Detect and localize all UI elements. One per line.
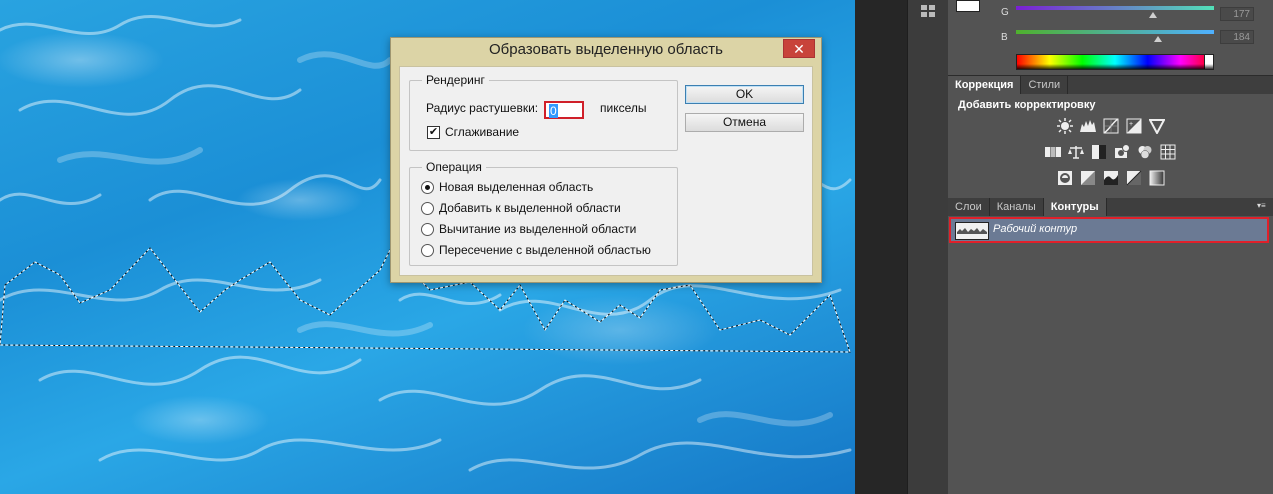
radio-intersect-selection[interactable] bbox=[421, 244, 434, 257]
exposure-icon[interactable]: + bbox=[1126, 118, 1142, 134]
close-button[interactable]: ✕ bbox=[783, 39, 815, 58]
workspace-gutter bbox=[855, 0, 907, 494]
right-panels: G 177 B 184 Коррекция Стили Добавить кор… bbox=[948, 0, 1273, 494]
option-add-selection-label[interactable]: Добавить к выделенной области bbox=[439, 201, 621, 215]
ok-button[interactable]: OK bbox=[685, 85, 804, 104]
tab-paths[interactable]: Контуры bbox=[1043, 198, 1107, 216]
color-panel: G 177 B 184 bbox=[948, 0, 1273, 77]
path-thumbnail bbox=[955, 222, 989, 240]
dialog-body: Рендеринг Радиус растушевки: пикселы ✔ С… bbox=[399, 66, 813, 276]
path-name: Рабочий контур bbox=[993, 223, 1078, 235]
dialog-title: Образовать выделенную область bbox=[489, 41, 723, 58]
selective-color-icon[interactable] bbox=[1126, 170, 1142, 186]
svg-text:+: + bbox=[1129, 121, 1133, 128]
posterize-icon[interactable] bbox=[1080, 170, 1096, 186]
operation-legend: Операция bbox=[422, 160, 486, 174]
work-path-row[interactable]: Рабочий контур bbox=[949, 217, 1269, 243]
b-channel-slider[interactable] bbox=[1016, 30, 1214, 34]
feather-radius-label: Радиус растушевки: bbox=[426, 101, 539, 115]
color-spectrum-bar[interactable] bbox=[1016, 54, 1214, 70]
b-channel-value[interactable]: 184 bbox=[1220, 30, 1254, 44]
make-selection-dialog: Образовать выделенную область ✕ Рендерин… bbox=[390, 37, 822, 283]
adjustments-row-2 bbox=[948, 144, 1273, 162]
option-new-selection-label[interactable]: Новая выделенная область bbox=[439, 180, 593, 194]
curves-icon[interactable] bbox=[1103, 118, 1119, 134]
paths-panel: Рабочий контур bbox=[948, 216, 1273, 494]
panel-dock-strip bbox=[907, 0, 949, 494]
b-channel-label: B bbox=[1001, 32, 1008, 43]
tab-adjustments[interactable]: Коррекция bbox=[948, 76, 1022, 94]
panel-options-icon[interactable] bbox=[920, 4, 936, 18]
g-slider-thumb[interactable] bbox=[1149, 12, 1157, 18]
black-white-icon[interactable] bbox=[1091, 144, 1107, 160]
adjustments-title: Добавить корректировку bbox=[958, 99, 1096, 111]
white-swatch[interactable] bbox=[1204, 54, 1214, 70]
tab-layers[interactable]: Слои bbox=[948, 198, 990, 216]
operation-group: Операция Новая выделенная область Добави… bbox=[409, 160, 678, 266]
photo-filter-icon[interactable] bbox=[1114, 144, 1130, 160]
adjustments-row-3 bbox=[948, 170, 1273, 188]
adjustments-tabbar: Коррекция Стили bbox=[948, 76, 1273, 95]
color-lookup-icon[interactable] bbox=[1160, 144, 1176, 160]
hue-saturation-icon[interactable] bbox=[1045, 144, 1061, 160]
g-channel-value[interactable]: 177 bbox=[1220, 7, 1254, 21]
brightness-icon[interactable] bbox=[1056, 118, 1073, 134]
tab-channels[interactable]: Каналы bbox=[990, 198, 1044, 216]
antialias-label[interactable]: Сглаживание bbox=[445, 125, 519, 139]
panel-menu-icon[interactable]: ▾≡ bbox=[1257, 202, 1267, 210]
g-channel-slider[interactable] bbox=[1016, 6, 1214, 10]
option-subtract-selection-label[interactable]: Вычитание из выделенной области bbox=[439, 222, 636, 236]
tab-styles[interactable]: Стили bbox=[1021, 76, 1069, 94]
layers-tabbar: Слои Каналы Контуры ▾≡ bbox=[948, 198, 1273, 217]
gradient-map-icon[interactable] bbox=[1149, 170, 1165, 186]
channel-mixer-icon[interactable] bbox=[1137, 144, 1153, 160]
rendering-legend: Рендеринг bbox=[422, 73, 489, 87]
g-channel-label: G bbox=[1001, 7, 1009, 18]
cancel-button[interactable]: Отмена bbox=[685, 113, 804, 132]
radio-subtract-selection[interactable] bbox=[421, 223, 434, 236]
adjustments-row-1: + bbox=[948, 118, 1273, 136]
adjustments-panel: Добавить корректировку + bbox=[948, 94, 1273, 200]
radio-new-selection[interactable] bbox=[421, 181, 434, 194]
feather-radius-value: 0 bbox=[549, 104, 558, 118]
b-slider-thumb[interactable] bbox=[1154, 36, 1162, 42]
color-balance-icon[interactable] bbox=[1068, 144, 1084, 160]
levels-icon[interactable] bbox=[1079, 118, 1096, 134]
feather-radius-input[interactable]: 0 bbox=[544, 101, 584, 119]
invert-icon[interactable] bbox=[1057, 170, 1073, 186]
vibrance-icon[interactable] bbox=[1148, 118, 1165, 134]
threshold-icon[interactable] bbox=[1103, 170, 1119, 186]
option-intersect-selection-label[interactable]: Пересечение с выделенной областью bbox=[439, 243, 651, 257]
feather-unit-label: пикселы bbox=[600, 101, 647, 115]
foreground-color-swatch[interactable] bbox=[956, 0, 980, 12]
radio-add-selection[interactable] bbox=[421, 202, 434, 215]
antialias-checkbox[interactable]: ✔ bbox=[427, 126, 440, 139]
